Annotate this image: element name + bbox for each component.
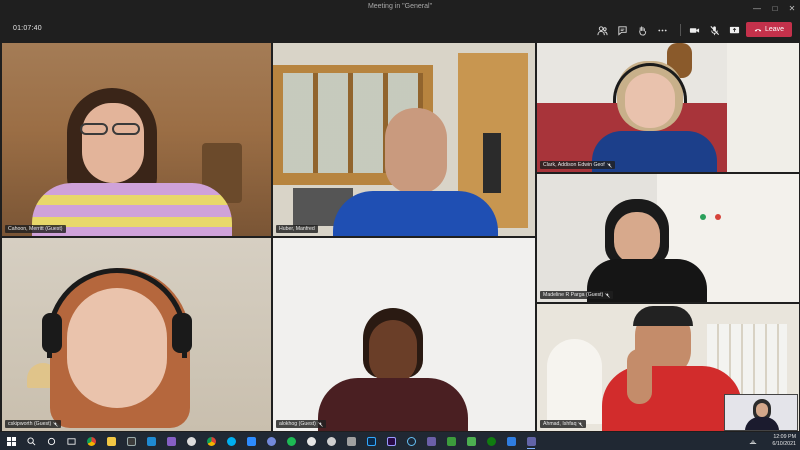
person-face [369,320,417,384]
video-tile[interactable]: Huber, Manfred [273,43,535,236]
windows-taskbar: 12:09 PM 6/10/2021 [0,432,800,450]
network-icon[interactable] [746,434,760,448]
file-explorer-icon[interactable] [104,434,118,448]
person-shirt [333,191,498,236]
participant-name-tag: Ahmad, Ishfaq [540,420,587,428]
person-face [385,108,447,194]
app-icon[interactable] [124,434,138,448]
background-magnet [700,214,706,220]
teams-icon[interactable] [524,434,538,449]
participant-name-tag: Madeline R Parga (Guest) [540,291,614,299]
chrome-icon[interactable] [204,434,218,448]
background-door [727,43,799,172]
raise-hand-icon[interactable] [634,22,650,38]
participant-name-tag: Huber, Manfred [276,225,318,233]
chrome-icon[interactable] [84,434,98,448]
toolbar-divider [680,24,681,36]
background-archway [547,339,602,424]
discord-icon[interactable] [264,434,278,448]
clock-date: 6/10/2021 [772,441,796,447]
vscode-icon[interactable] [144,434,158,448]
xbox-icon[interactable] [484,434,498,448]
glasses [80,123,108,135]
window-title: Meeting in "General" [367,3,433,10]
person-hair [633,306,693,326]
premiere-icon[interactable] [384,434,398,448]
steam-icon[interactable] [404,434,418,448]
app-icon[interactable] [424,434,438,448]
title-bar: Meeting in "General" — □ ✕ [0,0,800,18]
app-icon[interactable] [464,434,478,448]
meeting-toolbar: 01:07:40 Leave [0,18,800,42]
meeting-timer: 01:07:40 [13,25,42,32]
participant-name: Ahmad, Ishfaq [543,421,577,427]
participant-name: Cahoon, Merritt (Guest) [8,226,63,232]
participant-name: Madeline R Parga (Guest) [543,292,604,298]
video-tile[interactable]: Clark, Addison Edwin Geof [537,43,799,172]
task-view-icon[interactable] [64,434,78,448]
maximize-icon[interactable]: □ [768,2,782,15]
headphones [42,313,62,353]
app-icon[interactable] [444,434,458,448]
share-screen-icon[interactable] [726,22,742,38]
spotify-icon[interactable] [284,434,298,448]
self-view-preview[interactable] [724,394,798,431]
participant-name-tag: Cahoon, Merritt (Guest) [5,225,66,233]
person-shirt [318,378,468,431]
skype-icon[interactable] [224,434,238,448]
video-tile[interactable]: Cahoon, Merritt (Guest) [2,43,271,236]
video-tile[interactable]: alokhog (Guest) [273,238,535,431]
mic-muted-icon [607,162,612,168]
zoom-icon[interactable] [244,434,258,448]
taskbar-clock[interactable]: 12:09 PM 6/10/2021 [772,434,796,448]
mic-muted-icon [318,421,323,427]
close-icon[interactable]: ✕ [785,2,799,15]
participant-name-tag: alokhog (Guest) [276,420,326,428]
minimize-icon[interactable]: — [750,2,764,15]
teams-meeting-window: Meeting in "General" — □ ✕ 01:07:40 Leav… [0,0,800,450]
discord-icon[interactable] [184,434,198,448]
more-icon[interactable] [654,22,670,38]
people-icon[interactable] [594,22,610,38]
person-face [82,103,144,183]
participant-name: Huber, Manfred [279,226,315,232]
search-icon[interactable] [24,434,38,448]
glasses [112,123,140,135]
person-face [756,403,768,417]
background-door [483,133,501,193]
clock-time: 12:09 PM [773,434,796,440]
participant-name: cskipworth (Guest) [8,421,52,427]
person-face [614,212,660,264]
participant-name-tag: Clark, Addison Edwin Geof [540,161,615,169]
leave-button-label: Leave [764,26,785,33]
camera-icon[interactable] [686,22,702,38]
chat-icon[interactable] [614,22,630,38]
photoshop-icon[interactable] [364,434,378,448]
mic-muted-icon[interactable] [706,22,722,38]
app-icon[interactable] [344,434,358,448]
mic-muted-icon [578,421,584,427]
video-tile[interactable]: cskipworth (Guest) [2,238,271,431]
github-icon[interactable] [324,434,338,448]
app-icon[interactable] [504,434,518,448]
participant-name: Clark, Addison Edwin Geof [543,162,605,168]
windows-start-icon[interactable] [4,434,18,448]
participant-name-tag: cskipworth (Guest) [5,420,62,428]
mic-muted-icon [53,421,58,427]
app-icon[interactable] [304,434,318,448]
video-tile[interactable]: Madeline R Parga (Guest) [537,174,799,302]
cortana-icon[interactable] [44,434,58,448]
participant-name: alokhog (Guest) [279,421,316,427]
background-magnet [715,214,721,220]
phone-hangup-icon [754,28,762,31]
leave-button[interactable]: Leave [746,22,792,37]
headphones [172,313,192,353]
mic-muted-icon [605,292,610,298]
visual-studio-icon[interactable] [164,434,178,448]
person-hand [627,349,652,404]
person-shirt [602,366,742,431]
